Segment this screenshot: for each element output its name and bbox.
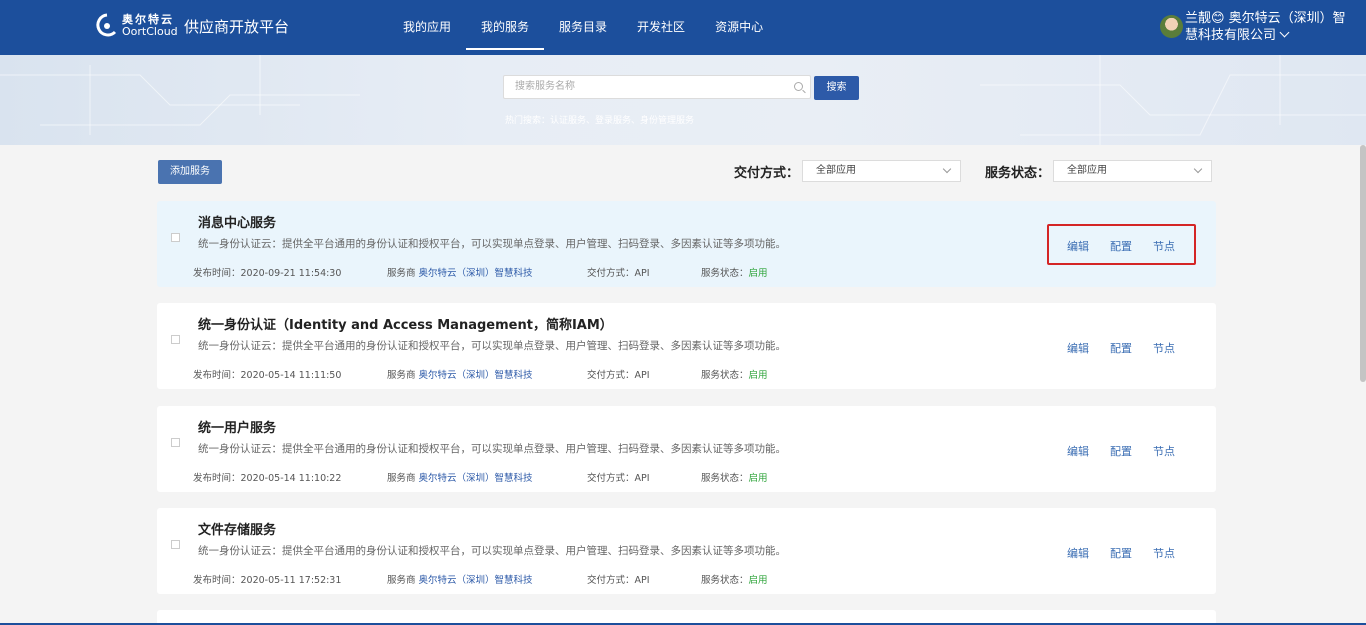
edit-button[interactable]: 编辑 (1067, 340, 1089, 356)
service-card: 统一身份认证（Identity and Access Management，简称… (157, 303, 1216, 389)
chevron-down-icon (1193, 164, 1203, 174)
service-delivery: 交付方式：API (587, 473, 650, 484)
edit-button[interactable]: 编辑 (1067, 443, 1089, 459)
status-select-value: 全部应用 (1067, 165, 1107, 176)
service-delivery: 交付方式：API (587, 370, 650, 381)
service-card: 统一用户服务 统一身份认证云：提供全平台通用的身份认证和授权平台，可以实现单点登… (157, 406, 1216, 492)
main-nav: 我的应用 我的服务 服务目录 开发社区 资源中心 (388, 0, 778, 55)
service-status-label: 服务状态： (701, 268, 749, 279)
service-title: 统一身份认证（Identity and Access Management，简称… (198, 318, 613, 333)
hot-search-text: 热门搜索：认证服务、登录服务、身份管理服务 (505, 116, 695, 126)
service-status-label: 服务状态： (701, 575, 749, 586)
nav-my-apps[interactable]: 我的应用 (388, 0, 466, 55)
service-provider-label: 服务商 (387, 575, 416, 586)
add-service-button[interactable]: 添加服务 (158, 160, 222, 184)
service-publish-time: 发布时间：2020-05-14 11:10:22 (193, 473, 342, 484)
search-icon[interactable] (794, 82, 803, 91)
service-provider-label: 服务商 (387, 370, 416, 381)
service-provider-link[interactable]: 奥尔特云（深圳）智慧科技 (419, 575, 533, 586)
config-button[interactable]: 配置 (1110, 340, 1132, 356)
search-button[interactable]: 搜索 (814, 76, 859, 100)
node-button[interactable]: 节点 (1153, 443, 1175, 459)
service-checkbox[interactable] (171, 335, 180, 344)
nav-my-services[interactable]: 我的服务 (466, 0, 545, 55)
service-desc: 统一身份认证云：提供全平台通用的身份认证和授权平台，可以实现单点登录、用户管理、… (198, 238, 786, 250)
node-button[interactable]: 节点 (1153, 340, 1175, 356)
search-banner: 搜索服务名称 搜索 热门搜索：认证服务、登录服务、身份管理服务 (0, 55, 1366, 145)
search-placeholder: 搜索服务名称 (515, 81, 575, 92)
status-filter-label: 服务状态： (985, 166, 1051, 181)
top-navbar: 奥尔特云 OortCloud 供应商开放平台 我的应用 我的服务 服务目录 开发… (0, 0, 1366, 55)
user-menu[interactable]: 兰靓😊 奥尔特云（深圳）智慧科技有限公司 (1160, 10, 1355, 44)
oortcloud-logo[interactable]: 奥尔特云 OortCloud (96, 12, 178, 40)
service-checkbox[interactable] (171, 540, 180, 549)
edit-button[interactable]: 编辑 (1067, 545, 1089, 561)
service-desc: 统一身份认证云：提供全平台通用的身份认证和授权平台，可以实现单点登录、用户管理、… (198, 443, 786, 455)
config-button[interactable]: 配置 (1110, 545, 1132, 561)
nav-service-catalog[interactable]: 服务目录 (544, 0, 622, 55)
service-card: 文件存储服务 统一身份认证云：提供全平台通用的身份认证和授权平台，可以实现单点登… (157, 508, 1216, 594)
service-title: 文件存储服务 (198, 523, 277, 538)
node-button[interactable]: 节点 (1153, 545, 1175, 561)
avatar[interactable] (1160, 15, 1183, 38)
service-title: 消息中心服务 (198, 216, 277, 231)
search-input[interactable]: 搜索服务名称 (503, 75, 811, 99)
service-title: 统一用户服务 (198, 421, 277, 436)
service-status-label: 服务状态： (701, 473, 749, 484)
service-provider-link[interactable]: 奥尔特云（深圳）智慧科技 (419, 268, 533, 279)
status-badge: 启用 (748, 473, 768, 484)
service-publish-time: 发布时间：2020-05-14 11:11:50 (193, 370, 342, 381)
scrollbar-thumb[interactable] (1360, 145, 1366, 382)
chevron-down-icon[interactable] (1279, 27, 1290, 38)
logo-mark-icon (96, 12, 118, 40)
nav-resource-center[interactable]: 资源中心 (700, 0, 778, 55)
service-checkbox[interactable] (171, 438, 180, 447)
service-provider-label: 服务商 (387, 268, 416, 279)
delivery-select[interactable]: 全部应用 (802, 160, 961, 182)
service-card: 消息中心服务 统一身份认证云：提供全平台通用的身份认证和授权平台，可以实现单点登… (157, 201, 1216, 287)
status-badge: 启用 (748, 575, 768, 586)
circuit-pattern (0, 55, 1366, 145)
service-status-label: 服务状态： (701, 370, 749, 381)
logo-en-text: OortCloud (122, 25, 178, 38)
service-publish-time: 发布时间：2020-05-11 17:52:31 (193, 575, 342, 586)
highlight-callout-box (1047, 224, 1196, 265)
service-delivery: 交付方式：API (587, 575, 650, 586)
service-desc: 统一身份认证云：提供全平台通用的身份认证和授权平台，可以实现单点登录、用户管理、… (198, 340, 786, 352)
delivery-filter-label: 交付方式： (734, 166, 800, 181)
delivery-select-value: 全部应用 (816, 165, 856, 176)
service-provider-label: 服务商 (387, 473, 416, 484)
status-select[interactable]: 全部应用 (1053, 160, 1212, 182)
config-button[interactable]: 配置 (1110, 443, 1132, 459)
status-badge: 启用 (748, 268, 768, 279)
service-provider-link[interactable]: 奥尔特云（深圳）智慧科技 (419, 473, 533, 484)
service-checkbox[interactable] (171, 233, 180, 242)
user-name: 兰靓😊 奥尔特云（深圳）智慧科技有限公司 (1185, 11, 1346, 43)
nav-dev-community[interactable]: 开发社区 (622, 0, 700, 55)
platform-title: 供应商开放平台 (184, 18, 290, 36)
service-delivery: 交付方式：API (587, 268, 650, 279)
service-publish-time: 发布时间：2020-09-21 11:54:30 (193, 268, 342, 279)
service-desc: 统一身份认证云：提供全平台通用的身份认证和授权平台，可以实现单点登录、用户管理、… (198, 545, 786, 557)
status-badge: 启用 (748, 370, 768, 381)
chevron-down-icon (942, 164, 952, 174)
service-provider-link[interactable]: 奥尔特云（深圳）智慧科技 (419, 370, 533, 381)
